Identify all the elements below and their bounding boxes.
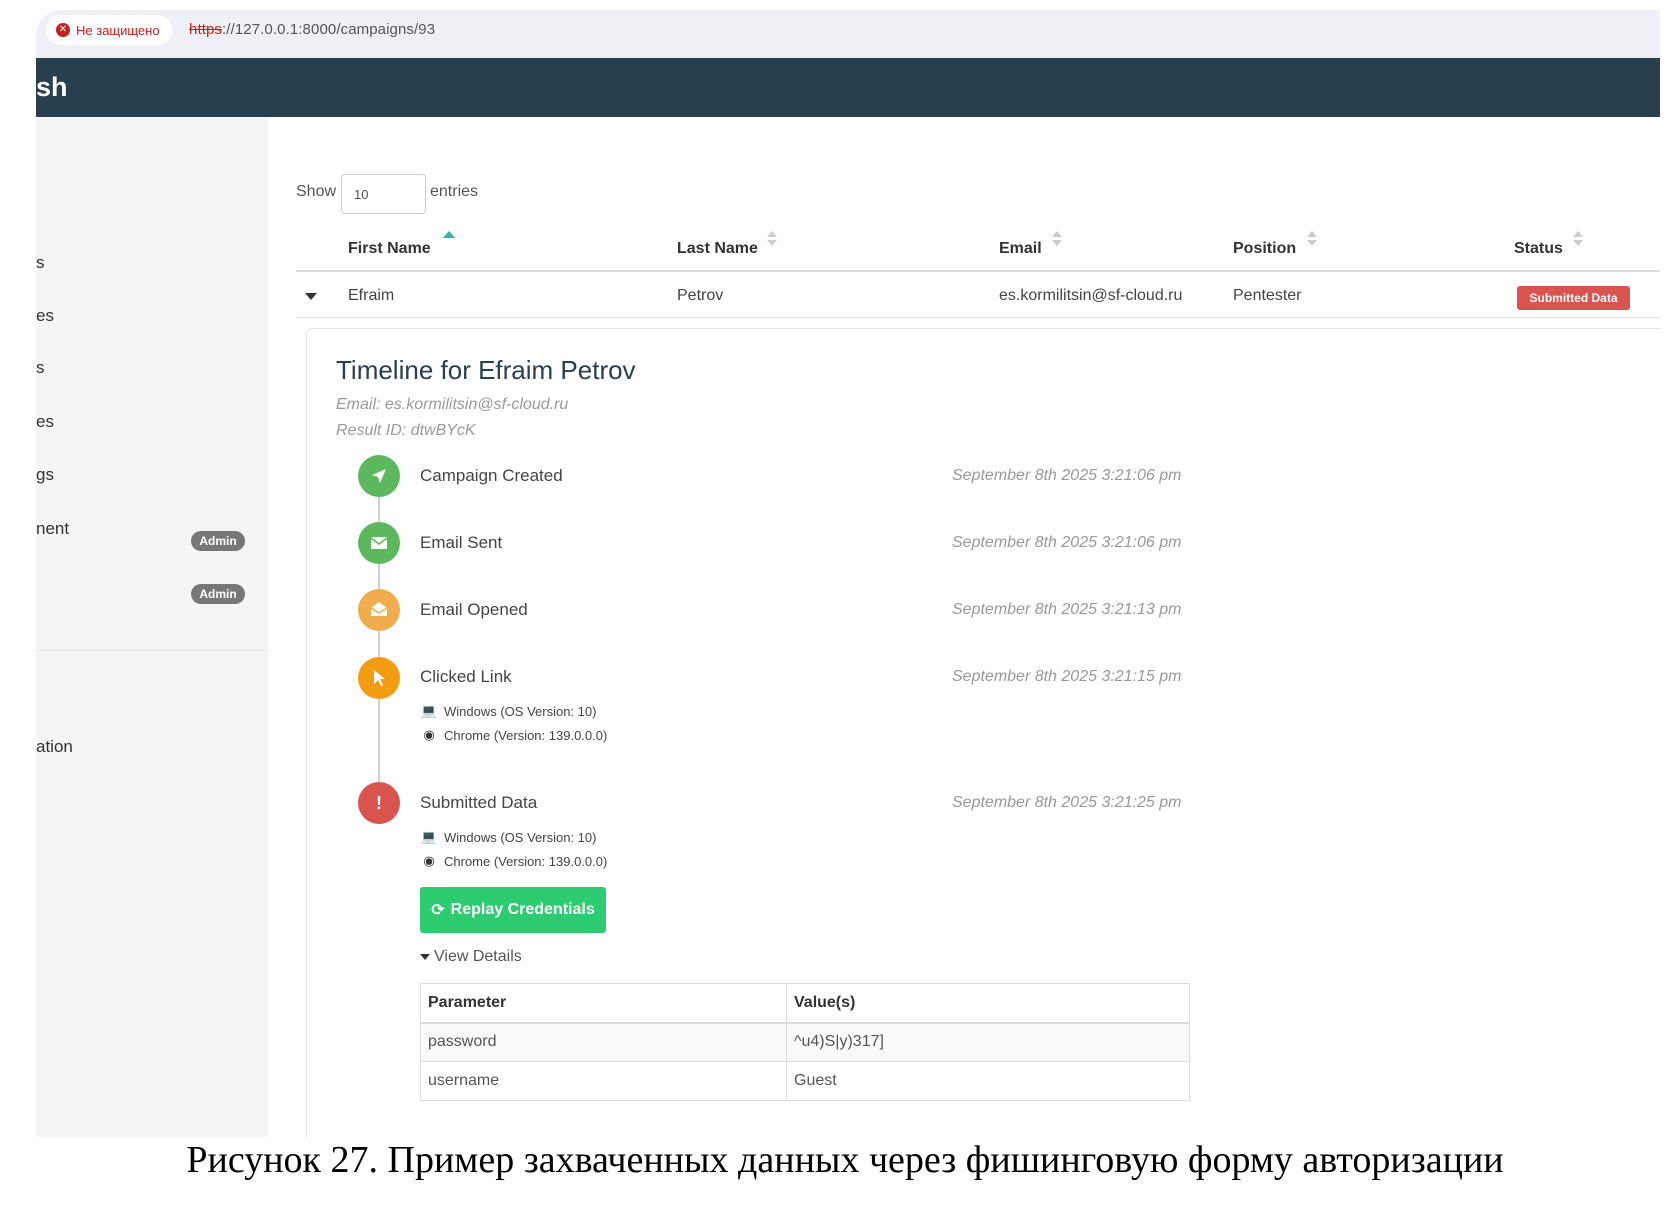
event-title: Clicked Link <box>420 667 512 686</box>
sidebar-divider <box>36 650 268 651</box>
cursor-icon <box>358 657 400 699</box>
event-title: Campaign Created <box>420 466 563 485</box>
replay-credentials-button[interactable]: ⟳ Replay Credentials <box>420 887 606 933</box>
params-header-parameter: Parameter <box>420 983 787 1024</box>
page-title: Details <box>296 82 493 117</box>
event-title: Submitted Data <box>420 793 538 812</box>
chrome-icon: ◉ <box>423 853 435 868</box>
entries-select[interactable]: 10 <box>341 174 426 214</box>
timeline-result-id: Result ID: dtwBYcK <box>336 422 476 439</box>
event-title: Email Opened <box>420 600 528 619</box>
sidebar-item-5[interactable]: gs <box>36 465 54 485</box>
event-title: Email Sent <box>420 533 503 552</box>
status-badge: Submitted Data <box>1517 286 1630 310</box>
param-name: username <box>420 1061 787 1101</box>
params-header-values: Value(s) <box>786 983 1190 1024</box>
sort-icon <box>1307 231 1317 249</box>
laptop-icon: 💻 <box>420 829 438 844</box>
param-value: ^u4)S|y)317] <box>786 1022 1190 1062</box>
sidebar-item-6[interactable]: nent <box>36 519 69 539</box>
security-warning-chip[interactable]: ✕ Не защищено <box>46 15 172 45</box>
event-time: September 8th 2025 3:21:13 pm <box>952 601 1182 618</box>
sort-icon <box>1573 231 1583 249</box>
column-header-status[interactable]: Status <box>1514 240 1563 258</box>
sort-icon <box>1052 231 1062 249</box>
column-header-email[interactable]: Email <box>999 240 1042 258</box>
sidebar <box>36 117 268 1137</box>
figure-caption: Рисунок 27. Пример захваченных данных че… <box>186 1139 1504 1181</box>
admin-badge: Admin <box>191 584 245 604</box>
rocket-icon <box>358 455 400 497</box>
column-header-position[interactable]: Position <box>1233 240 1296 258</box>
refresh-icon: ⟳ <box>431 902 445 919</box>
column-header-first-name[interactable]: First Name <box>348 240 431 258</box>
sidebar-item-2[interactable]: es <box>36 306 54 326</box>
timeline-email: Email: es.kormilitsin@sf-cloud.ru <box>336 396 569 413</box>
param-name: password <box>420 1022 787 1062</box>
url-protocol: https <box>189 21 223 38</box>
sort-icon <box>767 231 777 249</box>
envelope-icon <box>358 522 400 564</box>
timeline-title: Timeline for Efraim Petrov <box>336 355 636 385</box>
security-label: Не защищено <box>76 22 160 38</box>
event-time: September 8th 2025 3:21:25 pm <box>952 794 1182 811</box>
event-time: September 8th 2025 3:21:15 pm <box>952 668 1182 685</box>
laptop-icon: 💻 <box>420 703 438 718</box>
event-time: September 8th 2025 3:21:06 pm <box>952 467 1182 484</box>
sidebar-item-4[interactable]: es <box>36 412 54 432</box>
chrome-icon: ◉ <box>423 727 435 742</box>
event-os: 💻 Windows (OS Version: 10) <box>420 829 597 845</box>
admin-badge: Admin <box>191 531 245 551</box>
event-browser: ◉ Chrome (Version: 139.0.0.0) <box>420 853 607 869</box>
sidebar-item-3[interactable]: s <box>36 358 45 378</box>
show-label: Show <box>296 183 337 200</box>
event-time: September 8th 2025 3:21:06 pm <box>952 534 1182 551</box>
cell-email: es.kormilitsin@sf-cloud.ru <box>999 287 1183 304</box>
cell-first-name: Efraim <box>348 287 395 304</box>
url-text[interactable]: https://127.0.0.1:8000/campaigns/93 <box>189 21 435 38</box>
table-header-divider <box>296 270 1660 272</box>
envelope-open-icon <box>358 589 400 631</box>
table-row: password ^u4)S|y)317] <box>420 1022 1190 1062</box>
caret-down-icon <box>420 953 430 960</box>
table-row-divider <box>296 317 1660 318</box>
top-navbar <box>36 58 1660 117</box>
url-path: ://127.0.0.1:8000/campaigns/93 <box>222 21 436 38</box>
entries-label: entries <box>430 183 479 200</box>
cell-last-name: Petrov <box>677 287 724 304</box>
exclamation-icon: ! <box>358 782 400 824</box>
table-row: username Guest <box>420 1061 1190 1101</box>
sort-asc-icon <box>443 231 455 238</box>
event-os: 💻 Windows (OS Version: 10) <box>420 703 597 719</box>
row-expand-caret-icon[interactable] <box>305 293 317 300</box>
submitted-params-table: Parameter Value(s) password ^u4)S|y)317]… <box>420 983 1190 1101</box>
sidebar-item-8[interactable]: ation <box>36 737 73 757</box>
event-browser: ◉ Chrome (Version: 139.0.0.0) <box>420 727 607 743</box>
cell-position: Pentester <box>1233 287 1302 304</box>
view-details-toggle[interactable]: View Details <box>420 948 522 966</box>
warning-icon: ✕ <box>56 23 70 37</box>
column-header-last-name[interactable]: Last Name <box>677 240 758 258</box>
param-value: Guest <box>786 1061 1190 1101</box>
sidebar-item-1[interactable]: s <box>36 253 45 273</box>
navbar-brand[interactable]: sh <box>36 72 68 103</box>
